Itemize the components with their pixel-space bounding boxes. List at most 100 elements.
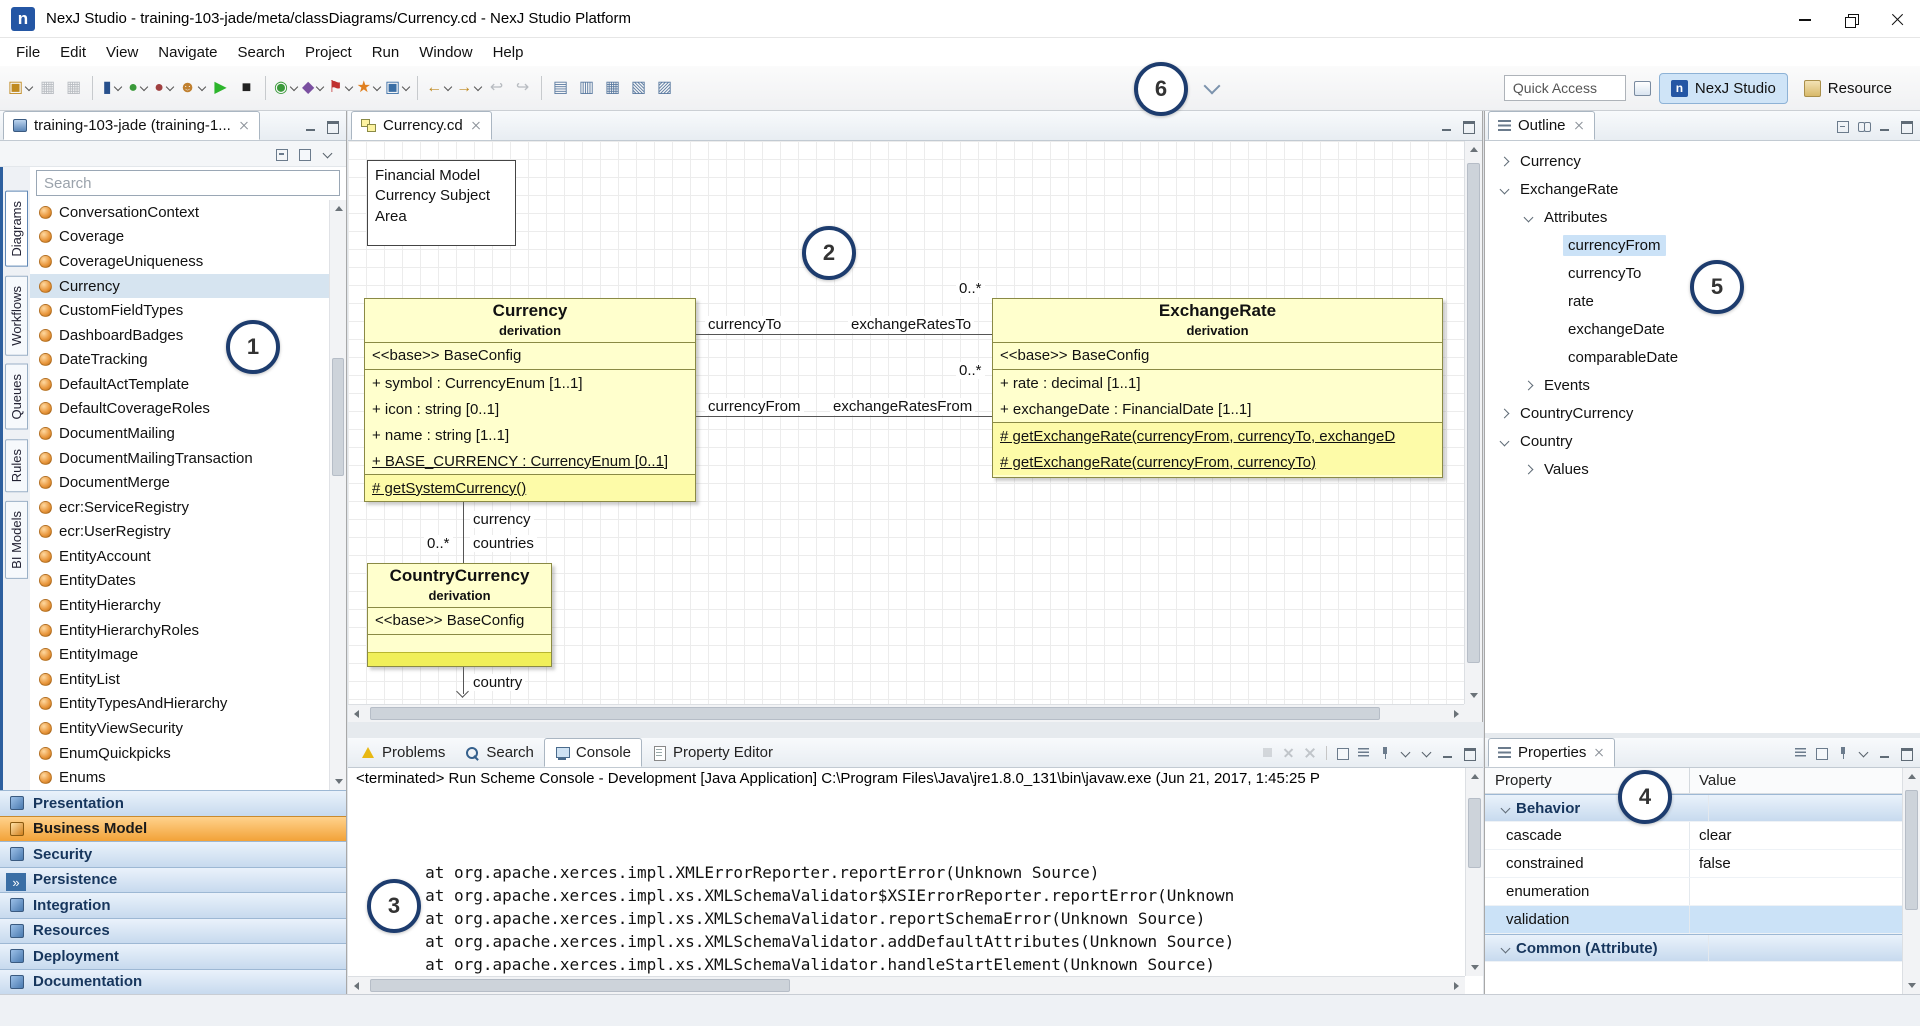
horizontal-sash[interactable] xyxy=(348,722,1483,738)
expand-chevron-icon[interactable] xyxy=(1524,212,1534,222)
scroll-up-icon[interactable] xyxy=(1465,141,1483,159)
expand-chevron-icon[interactable] xyxy=(1500,156,1510,166)
property-value[interactable] xyxy=(1689,878,1902,905)
open-console-icon[interactable] xyxy=(1419,745,1435,761)
class-attribute[interactable]: + exchangeDate : FinancialDate [1..1] xyxy=(993,396,1442,422)
assoc-line-exchangeratesto[interactable] xyxy=(696,334,992,335)
matrix-view-icon[interactable]: ▦ xyxy=(600,74,625,102)
scrollbar-thumb[interactable] xyxy=(370,707,1380,720)
editor-tab-currency-cd[interactable]: Currency.cd xyxy=(351,111,492,140)
scrollbar-thumb[interactable] xyxy=(1905,790,1918,910)
forward-icon[interactable]: → xyxy=(454,74,483,102)
toolbar-separator[interactable] xyxy=(265,76,266,100)
expand-chevron-icon[interactable] xyxy=(1500,184,1510,194)
property-row-enumeration[interactable]: enumeration xyxy=(1485,878,1902,906)
outline-node-currency[interactable]: Currency xyxy=(1485,147,1920,175)
scroll-right-icon[interactable] xyxy=(1447,977,1465,995)
show-categories-icon[interactable] xyxy=(1793,745,1809,761)
external-tools-icon[interactable]: ● xyxy=(151,74,176,102)
model-list-item[interactable]: CustomFieldTypes xyxy=(30,298,346,323)
properties-vertical-scrollbar[interactable] xyxy=(1902,768,1920,994)
model-list-item[interactable]: EntityImage xyxy=(30,642,346,667)
expand-chevron-icon[interactable] xyxy=(1500,436,1510,446)
maximize-view-icon[interactable] xyxy=(1461,745,1477,761)
report-view-icon[interactable]: ▧ xyxy=(626,74,651,102)
side-tab-diagrams[interactable]: Diagrams xyxy=(5,191,28,267)
section-documentation[interactable]: Documentation xyxy=(0,969,346,995)
outline-node-countrycurrency[interactable]: CountryCurrency xyxy=(1485,399,1920,427)
class-attribute[interactable]: + name : string [1..1] xyxy=(365,422,695,448)
outline-node-attributes[interactable]: Attributes xyxy=(1485,203,1920,231)
minimize-view-icon[interactable] xyxy=(1877,745,1893,761)
model-list-item[interactable]: DefaultActTemplate xyxy=(30,372,346,397)
perspective-nexj-studio[interactable]: n NexJ Studio xyxy=(1659,73,1788,104)
minimize-view-icon[interactable] xyxy=(1440,745,1456,761)
menu-item[interactable]: Run xyxy=(362,41,410,64)
model-list-item[interactable]: Enums xyxy=(30,765,346,790)
menu-item[interactable]: Project xyxy=(295,41,362,64)
tab-search[interactable]: Search xyxy=(455,738,544,767)
model-list-item[interactable]: EntityViewSecurity xyxy=(30,716,346,741)
model-list-item[interactable]: ecr:ServiceRegistry xyxy=(30,495,346,520)
class-operation[interactable]: # getExchangeRate(currencyFrom, currency… xyxy=(993,449,1442,475)
menu-item[interactable]: Search xyxy=(227,41,295,64)
class-attribute[interactable]: + icon : string [0..1] xyxy=(365,396,695,422)
model-list-item[interactable]: DashboardBadges xyxy=(30,323,346,348)
console-horizontal-scrollbar[interactable] xyxy=(348,976,1465,994)
save-icon[interactable]: ▦ xyxy=(35,74,60,102)
minimize-window-button[interactable] xyxy=(1782,0,1828,37)
side-tab-queues[interactable]: Queues xyxy=(5,364,28,430)
stop-icon[interactable]: ■ xyxy=(234,74,259,102)
close-icon[interactable] xyxy=(1593,747,1605,759)
menu-item[interactable]: Edit xyxy=(50,41,96,64)
side-tab-bi-models[interactable]: BI Models xyxy=(5,501,28,579)
model-list-item[interactable]: DocumentMailingTransaction xyxy=(30,446,346,471)
more-categories-button[interactable]: » xyxy=(6,873,26,891)
model-list-item[interactable]: EnumQuickpicks xyxy=(30,741,346,766)
pin-console-icon[interactable] xyxy=(1377,745,1393,761)
diagram-note[interactable]: Financial Model Currency Subject Area xyxy=(367,160,516,246)
scroll-left-icon[interactable] xyxy=(348,977,366,995)
close-window-button[interactable] xyxy=(1874,0,1920,37)
back-icon[interactable]: ← xyxy=(424,74,453,102)
close-icon[interactable] xyxy=(238,120,250,132)
close-icon[interactable] xyxy=(470,120,482,132)
class-attribute[interactable]: + rate : decimal [1..1] xyxy=(993,370,1442,396)
tab-property-editor[interactable]: Property Editor xyxy=(642,738,783,767)
assoc-line-countries[interactable] xyxy=(463,502,464,563)
toolbar-separator[interactable] xyxy=(417,76,418,100)
class-operation[interactable]: # getSystemCurrency() xyxy=(365,475,695,501)
maximize-view-icon[interactable] xyxy=(1460,118,1476,134)
class-attribute[interactable]: + symbol : CurrencyEnum [1..1] xyxy=(365,370,695,396)
model-list-item[interactable]: EntityHierarchy xyxy=(30,593,346,618)
flag-icon[interactable]: ⚑ xyxy=(326,74,353,102)
favorites-icon[interactable]: ★ xyxy=(355,74,382,102)
canvas-horizontal-scrollbar[interactable] xyxy=(348,704,1465,722)
model-list-item[interactable]: EntityDates xyxy=(30,569,346,594)
section-business-model[interactable]: Business Model xyxy=(0,816,346,842)
tab-console[interactable]: Console xyxy=(544,738,642,767)
minimize-view-icon[interactable] xyxy=(303,118,319,134)
outline-tab[interactable]: Outline xyxy=(1488,111,1595,140)
outline-node-values[interactable]: Values xyxy=(1485,455,1920,483)
run-model-icon[interactable]: ● xyxy=(125,74,150,102)
outline-node-country[interactable]: Country xyxy=(1485,427,1920,455)
list-vertical-scrollbar[interactable] xyxy=(329,200,346,790)
display-selected-console-icon[interactable] xyxy=(1398,745,1414,761)
scroll-up-icon[interactable] xyxy=(1466,768,1484,786)
section-deployment[interactable]: Deployment xyxy=(0,943,346,969)
model-list-item[interactable]: Coverage xyxy=(30,225,346,250)
class-attribute[interactable]: + BASE_CURRENCY : CurrencyEnum [0..1] xyxy=(365,448,695,474)
section-presentation[interactable]: Presentation xyxy=(0,790,346,816)
scroll-down-icon[interactable] xyxy=(1903,976,1920,994)
tab-problems[interactable]: Problems xyxy=(351,738,455,767)
redo-icon[interactable]: ↪ xyxy=(510,74,535,102)
outline-node-exchangedate[interactable]: exchangeDate xyxy=(1485,315,1920,343)
property-value[interactable]: clear xyxy=(1689,822,1902,849)
class-currency[interactable]: Currency derivation <<base>> BaseConfig … xyxy=(364,298,696,502)
model-list-item[interactable]: ConversationContext xyxy=(30,200,346,225)
expand-chevron-icon[interactable] xyxy=(1524,464,1534,474)
menu-item[interactable]: Window xyxy=(409,41,482,64)
scroll-down-icon[interactable] xyxy=(330,772,346,790)
pin-icon[interactable] xyxy=(1835,745,1851,761)
